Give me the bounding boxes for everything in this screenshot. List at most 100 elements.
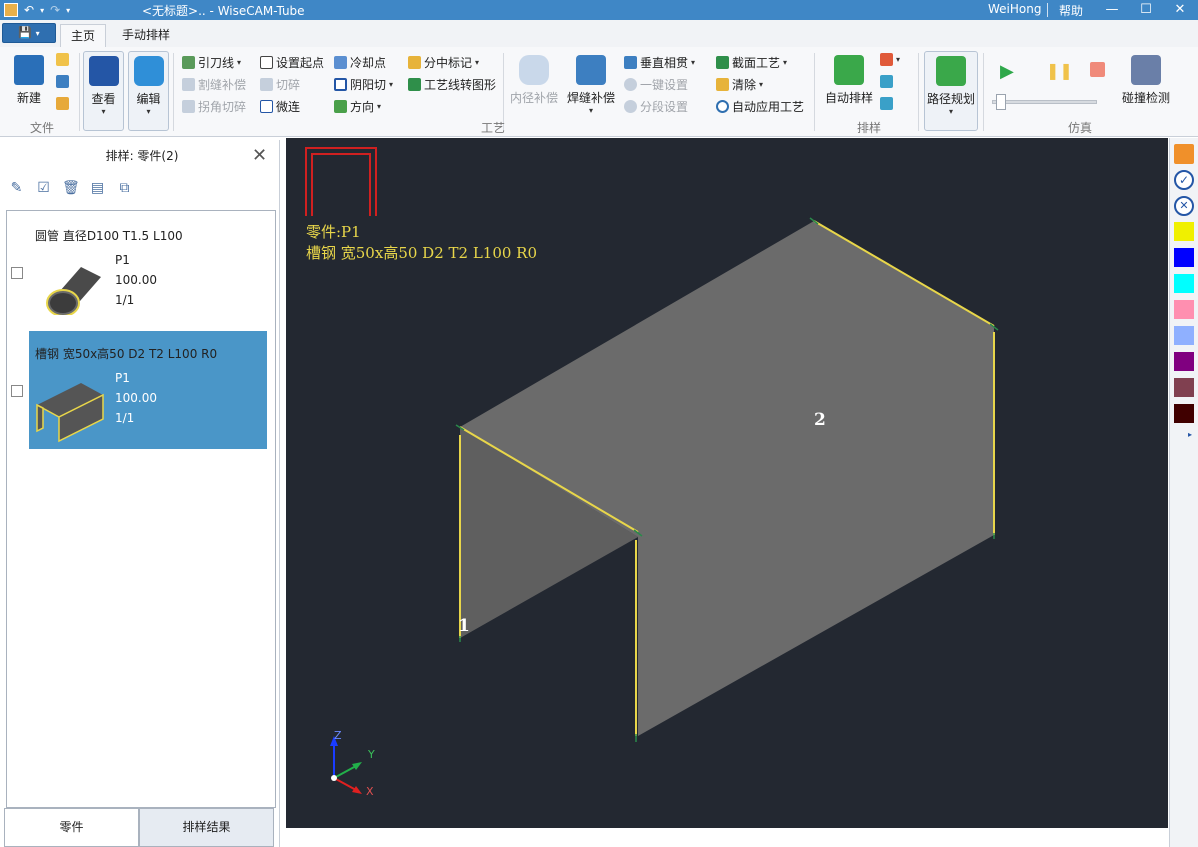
redo-dropdown-icon[interactable]: ▾ — [66, 6, 70, 15]
inner-comp-button[interactable]: 内径补偿 — [510, 55, 558, 106]
micro-joint-label: 微连 — [276, 100, 301, 114]
tab-home[interactable]: 主页 — [60, 24, 107, 47]
broom-icon — [716, 78, 729, 91]
segment-set-icon — [624, 100, 637, 113]
delete-icon[interactable]: 🗑 — [62, 180, 80, 197]
sim-speed-slider[interactable] — [992, 100, 1097, 104]
new-button[interactable]: 新建 — [14, 55, 44, 106]
layers-icon — [880, 97, 893, 110]
weld-comp-button[interactable]: 焊缝补偿 ▾ — [567, 55, 615, 115]
path-plan-button[interactable]: 路径规划 ▾ — [924, 51, 978, 131]
direction-button[interactable]: 方向 ▾ — [334, 98, 381, 115]
panel-toolbar: ✎ ☑ 🗑 ▤ ⧉ — [8, 180, 133, 197]
pause-button[interactable]: ❚❚ — [1046, 61, 1073, 80]
color-swatch-purple[interactable] — [1174, 352, 1194, 371]
minimize-icon[interactable]: — — [1098, 0, 1126, 20]
cut-break-button[interactable]: 切碎 — [260, 76, 300, 93]
help-link[interactable]: 帮助 — [1059, 2, 1083, 19]
cooling-point-label: 冷却点 — [350, 56, 387, 70]
save-button[interactable] — [56, 75, 69, 88]
tab-manual-nesting[interactable]: 手动排样 — [112, 24, 180, 47]
item-length: 100.00 — [115, 391, 157, 405]
check-circle-icon[interactable]: ✓ — [1174, 170, 1194, 190]
direction-icon — [334, 100, 347, 113]
color-swatch-yellow[interactable] — [1174, 222, 1194, 241]
duplicate-icon[interactable]: ⧉ — [116, 180, 133, 197]
add-part-icon[interactable]: ✎ — [8, 180, 25, 197]
auto-nest-button[interactable]: 自动排样 — [825, 55, 873, 106]
yinyang-cut-label: 阴阳切 — [350, 78, 387, 92]
edit-button[interactable]: 编辑 ▾ — [128, 51, 169, 131]
lead-line-button[interactable]: 引刀线 ▾ — [182, 54, 241, 71]
cancel-circle-icon[interactable]: ✕ — [1174, 196, 1194, 216]
copy-nest-button[interactable] — [880, 75, 893, 88]
color-swatch-maroon[interactable] — [1174, 378, 1194, 397]
mid-mark-button[interactable]: 分中标记 ▾ — [408, 54, 479, 71]
list-item[interactable]: 圆管 直径D100 T1.5 L100 P1 100.00 1/1 — [11, 213, 267, 331]
layers-color-icon[interactable] — [1174, 144, 1194, 164]
collision-check-icon — [1131, 55, 1161, 85]
craft-to-shape-icon — [408, 78, 421, 91]
slit-comp-icon — [182, 78, 195, 91]
auto-nest-label: 自动排样 — [825, 91, 874, 105]
title-separator — [1047, 3, 1048, 17]
cooling-point-icon — [334, 56, 347, 69]
color-swatch-darkred[interactable] — [1174, 404, 1194, 423]
image-icon — [56, 97, 69, 110]
auto-nest-icon — [834, 55, 864, 85]
item-checkbox[interactable] — [11, 385, 23, 397]
panel-close-icon[interactable]: ✕ — [252, 145, 267, 166]
slit-comp-label: 割缝补偿 — [198, 78, 247, 92]
segment-set-button[interactable]: 分段设置 — [624, 98, 688, 115]
set-start-button[interactable]: 设置起点 — [260, 54, 324, 71]
undo-icon[interactable]: ↶ — [24, 3, 34, 17]
undo-dropdown-icon[interactable]: ▾ — [40, 6, 44, 15]
channel-steel-model[interactable] — [286, 138, 1168, 828]
redo-icon[interactable]: ↷ — [50, 3, 60, 17]
corner-cut-button[interactable]: 拐角切碎 — [182, 98, 246, 115]
list-item-selected[interactable]: 槽钢 宽50x高50 D2 T2 L100 R0 P1 100.00 1/1 — [11, 331, 267, 449]
open-button[interactable] — [56, 53, 69, 66]
one-key-button[interactable]: 一键设置 — [624, 76, 688, 93]
play-button[interactable]: ▶ — [1000, 61, 1014, 82]
color-swatch-cyan[interactable] — [1174, 274, 1194, 293]
lead-line-icon — [182, 56, 195, 69]
user-name[interactable]: WeiHong — [988, 2, 1041, 16]
export-button[interactable] — [56, 97, 69, 110]
tab-nest-result[interactable]: 排样结果 — [139, 808, 274, 847]
sim-speed-slider-handle[interactable] — [996, 94, 1006, 110]
check-all-icon[interactable]: ☑ — [35, 180, 52, 197]
stack-icon[interactable]: ▤ — [89, 180, 106, 197]
3d-viewport[interactable]: 零件:P1 槽钢 宽50x高50 D2 T2 L100 R0 1 2 Z Y X — [286, 138, 1168, 828]
item-checkbox[interactable] — [11, 267, 23, 279]
maximize-icon[interactable]: ☐ — [1132, 0, 1160, 20]
right-toolbar: ✓ ✕ ▸ — [1169, 138, 1198, 847]
clear-button[interactable]: 清除 ▾ — [716, 76, 763, 93]
view-button[interactable]: 查看 ▾ — [83, 51, 124, 131]
stop-button[interactable] — [1090, 62, 1105, 77]
file-menu-button[interactable]: 💾 ▾ — [2, 23, 56, 43]
stop-icon — [1090, 62, 1105, 77]
item-id: P1 — [115, 371, 130, 385]
craft-to-shape-label: 工艺线转图形 — [424, 78, 497, 92]
status-bar — [280, 828, 1169, 847]
layers-button[interactable] — [880, 97, 893, 110]
tab-parts[interactable]: 零件 — [4, 808, 139, 847]
color-swatch-pink[interactable] — [1174, 300, 1194, 319]
section-craft-button[interactable]: 截面工艺 ▾ — [716, 54, 787, 71]
color-swatch-blue[interactable] — [1174, 248, 1194, 267]
cooling-point-button[interactable]: 冷却点 — [334, 54, 386, 71]
craft-to-shape-button[interactable]: 工艺线转图形 — [408, 76, 496, 93]
auto-apply-button[interactable]: 自动应用工艺 — [716, 98, 804, 115]
expand-arrow-icon[interactable]: ▸ — [1188, 430, 1192, 439]
close-icon[interactable]: ✕ — [1166, 0, 1194, 20]
collision-check-button[interactable]: 碰撞检测 — [1122, 55, 1170, 106]
yinyang-cut-button[interactable]: 阴阳切 ▾ — [334, 76, 393, 93]
play-icon: ▶ — [1000, 61, 1014, 82]
vertical-through-button[interactable]: 垂直相贯 ▾ — [624, 54, 695, 71]
slit-comp-button[interactable]: 割缝补偿 — [182, 76, 246, 93]
color-swatch-lightblue[interactable] — [1174, 326, 1194, 345]
micro-joint-button[interactable]: 微连 — [260, 98, 300, 115]
separator — [79, 53, 80, 131]
swap-button[interactable]: ▾ — [880, 53, 900, 66]
